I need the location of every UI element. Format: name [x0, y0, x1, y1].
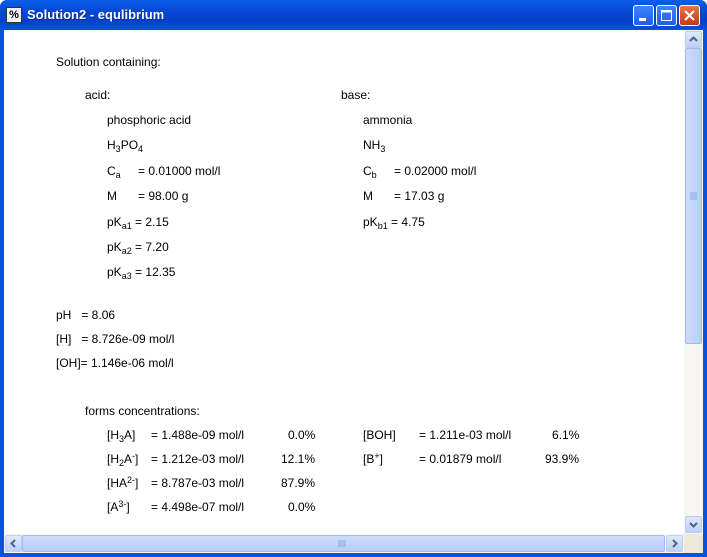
form-h3a-label: [H3A]	[107, 428, 136, 444]
form-b-value: = 0.01879 mol/l	[419, 452, 502, 466]
form-b-label: [B+]	[363, 451, 383, 467]
acid-pka3: pKa3 = 12.35	[107, 265, 176, 281]
minimize-button[interactable]	[633, 5, 654, 26]
form-a-value: = 4.498e-07 mol/l	[151, 500, 245, 514]
base-mass-value: = 17.03 g	[394, 189, 445, 203]
form-a-label: [A3-]	[107, 499, 130, 515]
vertical-scrollbar[interactable]	[684, 30, 703, 534]
acid-formula: H3PO4	[107, 138, 144, 154]
form-h3a-value: = 1.488e-09 mol/l	[151, 428, 245, 442]
grip-icon	[690, 192, 697, 200]
scroll-left-button[interactable]	[5, 535, 22, 552]
form-boh-label: [BOH]	[363, 428, 396, 442]
forms-heading: forms concentrations:	[85, 404, 200, 418]
maximize-button[interactable]	[656, 5, 677, 26]
chevron-down-icon	[689, 522, 698, 528]
form-boh-percent: 6.1%	[552, 428, 580, 442]
form-h2a-label: [H2A-]	[107, 451, 139, 468]
vertical-scroll-thumb[interactable]	[685, 48, 702, 344]
base-label: base:	[341, 88, 371, 102]
acid-mass-symbol: M	[107, 189, 117, 203]
base-mass-symbol: M	[363, 189, 373, 203]
form-ha-percent: 87.9%	[281, 476, 316, 490]
scrollbar-corner	[684, 534, 703, 553]
form-a-percent: 0.0%	[288, 500, 316, 514]
form-h3a-percent: 0.0%	[288, 428, 316, 442]
base-formula: NH3	[363, 138, 386, 154]
base-concentration-symbol: Cb	[363, 164, 377, 180]
document-area: Solution containing: acid: phosphoric ac…	[4, 30, 703, 553]
title-bar[interactable]: % Solution2 - equlibrium	[0, 0, 707, 30]
form-ha-label: [HA2-]	[107, 475, 139, 491]
ph-value: pH = 8.06	[56, 308, 116, 322]
chevron-right-icon	[672, 539, 678, 548]
form-ha-value: = 8.787e-03 mol/l	[151, 476, 245, 490]
scroll-up-button[interactable]	[685, 31, 702, 48]
chevron-left-icon	[10, 539, 16, 548]
form-boh-value: = 1.211e-03 mol/l	[419, 428, 512, 442]
horizontal-scroll-thumb[interactable]	[22, 535, 665, 552]
acid-concentration-value: = 0.01000 mol/l	[138, 164, 221, 178]
acid-name: phosphoric acid	[107, 113, 192, 127]
chevron-up-icon	[689, 36, 698, 42]
form-h2a-value: = 1.212e-03 mol/l	[151, 452, 245, 466]
scroll-down-button[interactable]	[685, 516, 702, 533]
scroll-right-button[interactable]	[666, 535, 683, 552]
acid-mass-value: = 98.00 g	[138, 189, 189, 203]
form-b-percent: 93.9%	[545, 452, 580, 466]
app-window: % Solution2 - equlibrium Solution contai…	[0, 0, 707, 557]
percent-icon[interactable]: %	[6, 7, 22, 23]
close-button[interactable]	[679, 5, 700, 26]
horizontal-scrollbar[interactable]	[4, 534, 684, 553]
base-name: ammonia	[363, 113, 413, 127]
acid-label: acid:	[85, 88, 111, 102]
base-concentration-value: = 0.02000 mol/l	[394, 164, 477, 178]
window-title: Solution2 - equlibrium	[27, 7, 165, 22]
h-concentration: [H] = 8.726e-09 mol/l	[56, 332, 175, 346]
heading: Solution containing:	[56, 55, 161, 69]
acid-pka2: pKa2 = 7.20	[107, 240, 169, 256]
grip-icon	[338, 540, 346, 547]
maximize-icon	[661, 10, 672, 21]
acid-pka1: pKa1 = 2.15	[107, 215, 169, 231]
form-h2a-percent: 12.1%	[281, 452, 316, 466]
minimize-icon	[639, 18, 646, 21]
acid-concentration-symbol: Ca	[107, 164, 121, 180]
close-icon	[684, 10, 695, 21]
base-pkb1: pKb1 = 4.75	[363, 215, 425, 231]
equilibrium-report: Solution containing: acid: phosphoric ac…	[4, 30, 684, 534]
oh-concentration: [OH]= 1.146e-06 mol/l	[56, 356, 174, 370]
